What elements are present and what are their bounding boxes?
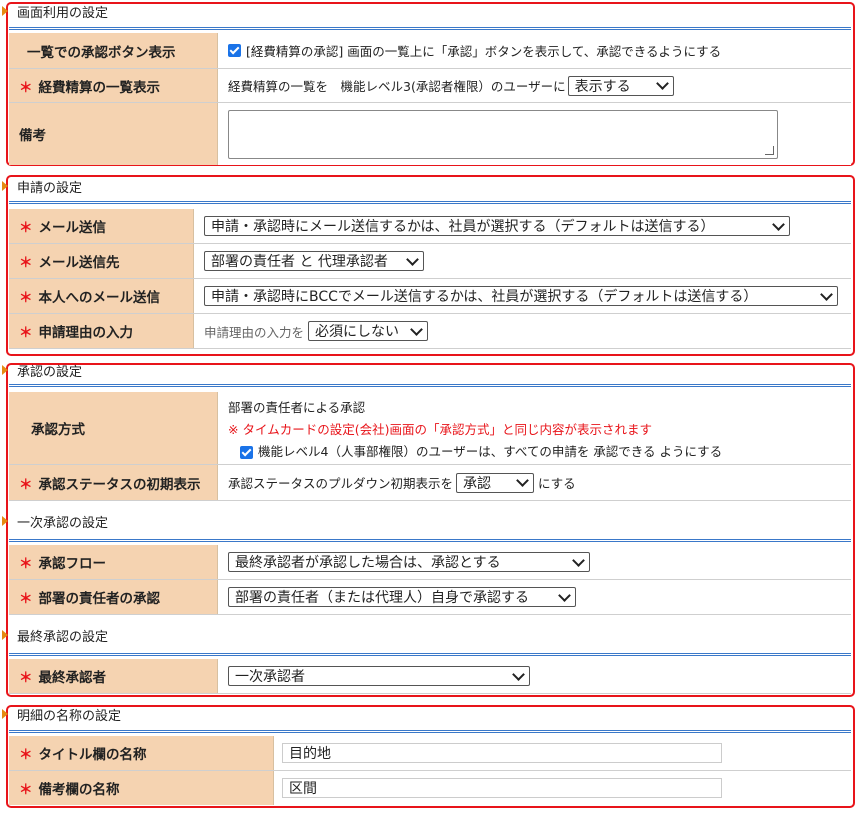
value-remarks <box>218 103 851 165</box>
row-title-col: ＊ タイトル欄の名称 目的地 <box>9 736 851 771</box>
required-mark: ＊ <box>19 670 33 686</box>
triangle-icon <box>2 630 8 640</box>
mail-self-select[interactable]: 申請・承認時にBCCでメール送信するかは、社員が選択する（デフォルトは送信する） <box>204 286 838 306</box>
label-mail-send: ＊ メール送信 <box>9 209 194 243</box>
value-mail-send: 申請・承認時にメール送信するかは、社員が選択する（デフォルトは送信する） <box>194 209 851 243</box>
value-title-col: 目的地 <box>274 736 851 770</box>
row-final: ＊ 最終承認者 一次承認者 <box>9 659 851 694</box>
table-detail-names: ＊ タイトル欄の名称 目的地 ＊ 備考欄の名称 区間 <box>9 730 851 805</box>
row-reason: ＊ 申請理由の入力 申請理由の入力を 必須にしない <box>9 314 851 349</box>
required-mark: ＊ <box>19 782 33 798</box>
chevron-down-icon <box>410 322 423 336</box>
required-mark: ＊ <box>19 220 33 236</box>
row-mail-send: ＊ メール送信 申請・承認時にメール送信するかは、社員が選択する（デフォルトは送… <box>9 209 851 244</box>
value-reason: 申請理由の入力を 必須にしない <box>194 314 851 348</box>
row-remarks-col: ＊ 備考欄の名称 区間 <box>9 771 851 805</box>
required-mark: ＊ <box>19 747 33 763</box>
resize-grip-icon[interactable] <box>765 145 774 155</box>
table-application: ＊ メール送信 申請・承認時にメール送信するかは、社員が選択する（デフォルトは送… <box>9 201 851 351</box>
required-mark: ＊ <box>19 556 33 572</box>
title-col-input[interactable]: 目的地 <box>282 743 722 763</box>
triangle-icon <box>2 709 8 719</box>
label-remarks-col: ＊ 備考欄の名称 <box>9 771 274 805</box>
row-mail-self: ＊ 本人へのメール送信 申請・承認時にBCCでメール送信するかは、社員が選択する… <box>9 279 851 314</box>
dept-approval-select[interactable]: 部署の責任者（または代理人）自身で承認する <box>228 587 576 607</box>
row-dept-approval: ＊ 部署の責任者の承認 部署の責任者（または代理人）自身で承認する <box>9 580 851 615</box>
chevron-down-icon <box>516 474 529 487</box>
table-approval: 承認方式 部署の責任者による承認 ※ タイムカードの設定(会社)画面の「承認方式… <box>9 384 851 501</box>
required-mark: ＊ <box>19 79 33 96</box>
sub-header-final-approval: 最終承認の設定 <box>2 620 108 650</box>
chevron-down-icon <box>820 287 833 301</box>
row-approve-button: 一覧での承認ボタン表示 [経費精算の承認] 画面の一覧上に「承認」ボタンを表示し… <box>9 33 851 69</box>
required-mark: ＊ <box>19 591 33 607</box>
required-mark: ＊ <box>19 290 33 306</box>
remarks-col-input[interactable]: 区間 <box>282 778 722 798</box>
label-list-display: ＊ 経費精算の一覧表示 <box>9 69 218 102</box>
row-list-display: ＊ 経費精算の一覧表示 経費精算の一覧を 機能レベル3(承認者権限）のユーザーに… <box>9 69 851 103</box>
label-mail-self: ＊ 本人へのメール送信 <box>9 279 194 313</box>
row-mail-to: ＊ メール送信先 部署の責任者 と 代理承認者 <box>9 244 851 279</box>
label-reason: ＊ 申請理由の入力 <box>9 314 194 348</box>
value-approve-button: [経費精算の承認] 画面の一覧上に「承認」ボタンを表示して、承認できるようにする <box>218 33 851 68</box>
chevron-down-icon <box>572 553 585 567</box>
row-flow: ＊ 承認フロー 最終承認者が承認した場合は、承認とする <box>9 545 851 580</box>
table-screen-usage: 一覧での承認ボタン表示 [経費精算の承認] 画面の一覧上に「承認」ボタンを表示し… <box>9 27 851 165</box>
status-select[interactable]: 承認 <box>456 472 535 493</box>
value-final: 一次承認者 <box>218 659 851 693</box>
section-header-application: 申請の設定 <box>2 176 82 196</box>
triangle-icon <box>2 516 8 526</box>
mail-to-select[interactable]: 部署の責任者 と 代理承認者 <box>204 251 424 271</box>
value-mail-self: 申請・承認時にBCCでメール送信するかは、社員が選択する（デフォルトは送信する） <box>194 279 851 313</box>
value-status: 承認ステータスのプルダウン初期表示を 承認 にする <box>218 465 851 500</box>
required-mark: ＊ <box>19 255 33 271</box>
label-final: ＊ 最終承認者 <box>9 659 218 693</box>
row-method: 承認方式 部署の責任者による承認 ※ タイムカードの設定(会社)画面の「承認方式… <box>9 392 851 465</box>
chevron-down-icon <box>512 667 525 681</box>
table-final-approval: ＊ 最終承認者 一次承認者 <box>9 653 851 694</box>
chevron-down-icon <box>406 252 419 266</box>
table-first-approval: ＊ 承認フロー 最終承認者が承認した場合は、承認とする ＊ 部署の責任者の承認 … <box>9 539 851 615</box>
value-flow: 最終承認者が承認した場合は、承認とする <box>218 545 851 579</box>
chevron-down-icon <box>655 77 669 90</box>
list-display-select[interactable]: 表示する <box>567 75 674 96</box>
label-method: 承認方式 <box>9 392 218 464</box>
value-list-display: 経費精算の一覧を 機能レベル3(承認者権限）のユーザーに 表示する <box>218 69 851 102</box>
label-remarks: 備考 <box>9 103 218 165</box>
triangle-icon <box>2 181 8 191</box>
label-dept-approval: ＊ 部署の責任者の承認 <box>9 580 218 614</box>
chevron-down-icon <box>558 588 571 602</box>
row-status: ＊ 承認ステータスの初期表示 承認ステータスのプルダウン初期表示を 承認 にする <box>9 465 851 501</box>
section-header-detail-names: 明細の名称の設定 <box>2 704 121 724</box>
label-flow: ＊ 承認フロー <box>9 545 218 579</box>
reason-select[interactable]: 必須にしない <box>308 321 429 341</box>
required-mark: ＊ <box>19 476 33 493</box>
section-header-approval: 承認の設定 <box>2 360 82 380</box>
label-status: ＊ 承認ステータスの初期表示 <box>9 465 218 500</box>
flow-select[interactable]: 最終承認者が承認した場合は、承認とする <box>228 552 590 572</box>
sub-header-first-approval: 一次承認の設定 <box>2 506 108 536</box>
required-mark: ＊ <box>19 325 33 341</box>
approve-button-checkbox[interactable] <box>228 44 241 57</box>
level4-approve-all-checkbox[interactable] <box>240 445 253 459</box>
triangle-icon <box>2 6 8 16</box>
label-title-col: ＊ タイトル欄の名称 <box>9 736 274 770</box>
remarks-textarea[interactable] <box>228 109 778 159</box>
final-approver-select[interactable]: 一次承認者 <box>228 666 530 686</box>
value-mail-to: 部署の責任者 と 代理承認者 <box>194 244 851 278</box>
triangle-icon <box>2 365 8 375</box>
label-approve-button: 一覧での承認ボタン表示 <box>9 33 218 68</box>
value-remarks-col: 区間 <box>274 771 851 805</box>
row-remarks: 備考 <box>9 103 851 165</box>
value-method: 部署の責任者による承認 ※ タイムカードの設定(会社)画面の「承認方式」と同じ内… <box>218 392 851 464</box>
value-dept-approval: 部署の責任者（または代理人）自身で承認する <box>218 580 851 614</box>
mail-send-select[interactable]: 申請・承認時にメール送信するかは、社員が選択する（デフォルトは送信する） <box>204 216 790 236</box>
chevron-down-icon <box>772 217 785 231</box>
label-mail-to: ＊ メール送信先 <box>9 244 194 278</box>
section-header-screen-usage: 画面利用の設定 <box>2 1 108 21</box>
